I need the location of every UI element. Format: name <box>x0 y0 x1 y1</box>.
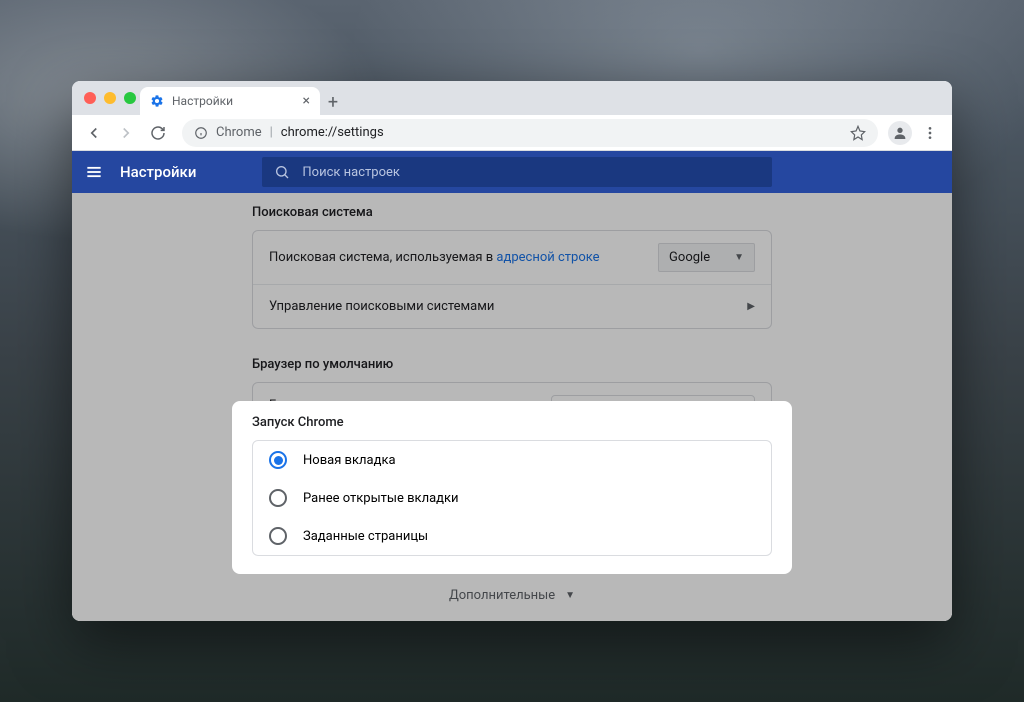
radio-button[interactable] <box>269 451 287 469</box>
manage-search-engines-label: Управление поисковыми системами <box>269 299 494 314</box>
section-title-search-engine: Поисковая система <box>252 193 772 230</box>
search-icon <box>274 164 290 180</box>
manage-search-engines-row[interactable]: Управление поисковыми системами ▶ <box>253 284 771 328</box>
browser-tab[interactable]: Настройки × <box>140 87 320 115</box>
settings-title: Настройки <box>120 163 196 181</box>
window-minimize-button[interactable] <box>104 92 116 104</box>
settings-search-input[interactable] <box>302 165 760 180</box>
radio-button[interactable] <box>269 527 287 545</box>
browser-toolbar: Chrome | chrome://settings <box>72 115 952 151</box>
window-close-button[interactable] <box>84 92 96 104</box>
settings-content: Поисковая система Поисковая система, исп… <box>72 193 952 621</box>
overflow-menu-button[interactable] <box>916 119 944 147</box>
titlebar: Настройки × + <box>72 81 952 115</box>
radio-button[interactable] <box>269 489 287 507</box>
url-separator: | <box>270 125 273 140</box>
dropdown-arrow-icon: ▼ <box>734 252 744 263</box>
startup-option-label: Новая вкладка <box>303 453 396 468</box>
tab-close-button[interactable]: × <box>303 93 310 109</box>
advanced-label: Дополнительные <box>449 588 555 603</box>
search-engine-label: Поисковая система, используемая в адресн… <box>269 250 600 265</box>
section-title-startup: Запуск Chrome <box>252 415 772 440</box>
settings-search[interactable] <box>262 157 772 187</box>
startup-option-label: Ранее открытые вкладки <box>303 491 459 506</box>
search-engine-select-wrap: Google ▼ <box>658 243 755 272</box>
info-icon <box>194 126 208 140</box>
menu-icon[interactable] <box>84 162 104 182</box>
new-tab-button[interactable]: + <box>320 89 346 115</box>
search-engine-prefix: Поисковая система, используемая в <box>269 250 496 265</box>
advanced-toggle[interactable]: Дополнительные ▼ <box>449 588 575 603</box>
address-bar-link[interactable]: адресной строке <box>496 250 599 265</box>
window-controls <box>84 92 136 104</box>
chevron-right-icon: ▶ <box>747 301 755 312</box>
window-zoom-button[interactable] <box>124 92 136 104</box>
startup-option-row[interactable]: Заданные страницы <box>253 517 771 555</box>
forward-button[interactable] <box>112 119 140 147</box>
reload-button[interactable] <box>144 119 172 147</box>
startup-card: Новая вкладка Ранее открытые вкладки Задан… <box>252 440 772 556</box>
url-scheme: Chrome <box>216 125 262 140</box>
startup-option-row[interactable]: Ранее открытые вкладки <box>253 479 771 517</box>
startup-option-label: Заданные страницы <box>303 529 428 544</box>
settings-header: Настройки <box>72 151 952 193</box>
startup-section: Запуск Chrome Новая вкладка Ранее открыты… <box>232 401 792 574</box>
profile-avatar[interactable] <box>888 121 912 145</box>
back-button[interactable] <box>80 119 108 147</box>
bookmark-star-icon[interactable] <box>850 125 866 141</box>
startup-option-row[interactable]: Новая вкладка <box>253 441 771 479</box>
section-title-default-browser: Браузер по умолчанию <box>252 345 772 382</box>
search-engine-row[interactable]: Поисковая система, используемая в адресн… <box>253 231 771 284</box>
search-engine-card: Поисковая система, используемая в адресн… <box>252 230 772 329</box>
address-bar[interactable]: Chrome | chrome://settings <box>182 119 878 147</box>
chevron-down-icon: ▼ <box>565 590 575 601</box>
url-text: chrome://settings <box>281 125 384 140</box>
search-engine-select[interactable]: Google ▼ <box>658 243 755 272</box>
browser-window: Настройки × + Chrome | chrome://settings <box>72 81 952 621</box>
gear-icon <box>150 94 164 108</box>
tab-title: Настройки <box>172 94 233 108</box>
search-engine-value: Google <box>669 250 710 265</box>
